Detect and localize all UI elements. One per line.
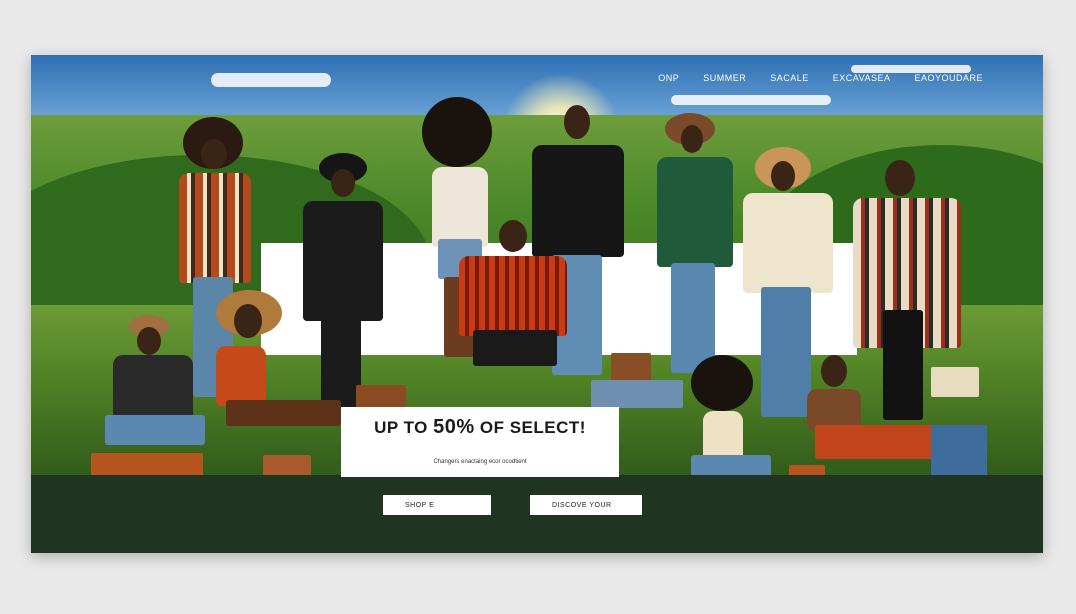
promo-card: UP TO 50% OF SELECT! Changers enactaing … bbox=[341, 407, 619, 477]
model-top bbox=[807, 389, 861, 429]
suitcase-icon bbox=[591, 380, 683, 408]
model-jacket bbox=[657, 157, 733, 267]
promo-fine-print bbox=[361, 441, 599, 453]
model-afro bbox=[691, 355, 753, 411]
promo-subline: Changers enactaing ecor ocodtient bbox=[433, 459, 527, 465]
model-head bbox=[771, 161, 795, 191]
model-striped-shirt bbox=[459, 256, 567, 336]
model-afro bbox=[422, 97, 492, 167]
model-trousers bbox=[473, 330, 557, 366]
model-head bbox=[331, 169, 355, 197]
top-nav: ONP SUMMER SACALE EXCAVASEA EAOYOUDARE bbox=[658, 73, 983, 83]
hero-banner: ONP SUMMER SACALE EXCAVASEA EAOYOUDARE U… bbox=[31, 55, 1043, 553]
model-head bbox=[885, 160, 915, 196]
handbag-icon bbox=[931, 367, 979, 397]
model-cream-jacket bbox=[743, 193, 833, 293]
model-head bbox=[499, 220, 527, 252]
model-head bbox=[681, 125, 703, 153]
nav-item-excavasea[interactable]: EXCAVASEA bbox=[833, 73, 891, 83]
model-head bbox=[201, 139, 227, 169]
nav-item-sacale[interactable]: SACALE bbox=[770, 73, 809, 83]
model-legs bbox=[226, 400, 341, 426]
model-head bbox=[821, 355, 847, 387]
model-jacket bbox=[179, 173, 251, 283]
model-top bbox=[703, 411, 743, 461]
nav-item-summer[interactable]: SUMMER bbox=[703, 73, 746, 83]
discover-button[interactable]: DISCOVE YOUR bbox=[530, 495, 642, 515]
promo-headline: UP TO 50% OF SELECT! bbox=[374, 416, 586, 438]
model-figure bbox=[453, 220, 573, 400]
model-jeans bbox=[105, 415, 205, 445]
nav-item-eaoyoudare[interactable]: EAOYOUDARE bbox=[914, 73, 983, 83]
model-head bbox=[234, 304, 262, 338]
cloud bbox=[851, 65, 971, 73]
model-trousers bbox=[815, 425, 935, 459]
handbag-icon bbox=[611, 353, 651, 381]
cloud bbox=[671, 95, 831, 105]
model-top bbox=[216, 346, 266, 406]
cloud bbox=[211, 73, 331, 87]
nav-item-onp[interactable]: ONP bbox=[658, 73, 679, 83]
model-head bbox=[564, 105, 590, 139]
model-figure bbox=[651, 113, 741, 373]
shop-button[interactable]: SHOP E bbox=[383, 495, 491, 515]
model-head bbox=[137, 327, 161, 355]
